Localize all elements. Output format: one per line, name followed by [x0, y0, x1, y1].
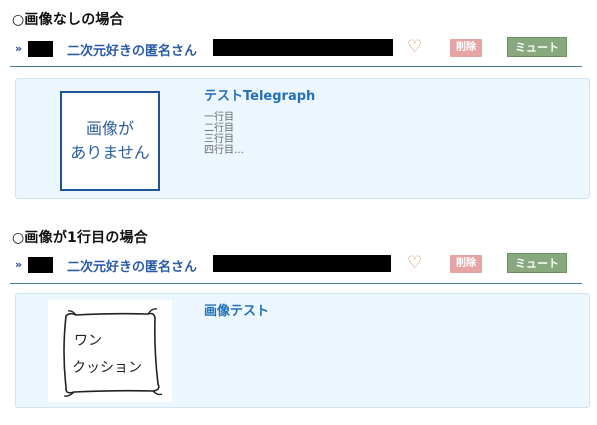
- section-heading-first-line-image: ○画像が1行目の場合: [12, 230, 148, 246]
- mute-button[interactable]: ミュート: [507, 37, 567, 57]
- body-line: 三行目: [204, 134, 234, 145]
- hand-drawn-cushion-image: ワン クッション: [63, 308, 163, 397]
- no-image-text-line2: ありません: [70, 143, 150, 162]
- card-title[interactable]: 画像テスト: [204, 300, 269, 319]
- header-divider: [10, 283, 582, 284]
- redacted-id: [28, 41, 53, 57]
- card-title[interactable]: テストTelegraph: [204, 85, 315, 104]
- mute-button[interactable]: ミュート: [507, 253, 567, 273]
- double-chevron-right-icon[interactable]: »: [15, 43, 22, 54]
- no-image-text-line1: 画像が: [85, 119, 134, 138]
- heart-outline-icon[interactable]: ♡: [407, 36, 422, 58]
- thumbnail-text-line2: クッション: [72, 360, 142, 376]
- thumbnail-image[interactable]: ワン クッション: [48, 300, 172, 402]
- post-header: » 二次元好きの匿名さん ♡ 削除 ミュート: [10, 36, 580, 62]
- double-chevron-right-icon[interactable]: »: [15, 259, 22, 270]
- author-name[interactable]: 二次元好きの匿名さん: [67, 256, 197, 275]
- redacted-text: [213, 255, 391, 272]
- delete-button[interactable]: 削除: [450, 39, 482, 57]
- body-line: 四行目…: [204, 145, 244, 156]
- redacted-id: [28, 257, 53, 273]
- heart-outline-icon[interactable]: ♡: [407, 252, 422, 274]
- no-image-placeholder: 画像が ありません: [60, 91, 160, 191]
- card-body: 一行目 二行目 三行目 四行目…: [204, 112, 244, 156]
- post-header: » 二次元好きの匿名さん ♡ 削除 ミュート: [10, 252, 580, 278]
- link-preview-card[interactable]: 画像が ありません テストTelegraph 一行目 二行目 三行目 四行目…: [15, 78, 590, 199]
- author-name[interactable]: 二次元好きの匿名さん: [67, 40, 197, 59]
- delete-button[interactable]: 削除: [450, 255, 482, 273]
- thumbnail-text-line1: ワン: [74, 333, 102, 349]
- header-divider: [10, 66, 582, 67]
- link-preview-card[interactable]: ワン クッション 画像テスト: [15, 293, 590, 408]
- body-line: 一行目: [204, 112, 234, 123]
- section-heading-no-image: ○画像なしの場合: [12, 12, 124, 28]
- redacted-text: [213, 39, 393, 56]
- body-line: 二行目: [204, 123, 234, 134]
